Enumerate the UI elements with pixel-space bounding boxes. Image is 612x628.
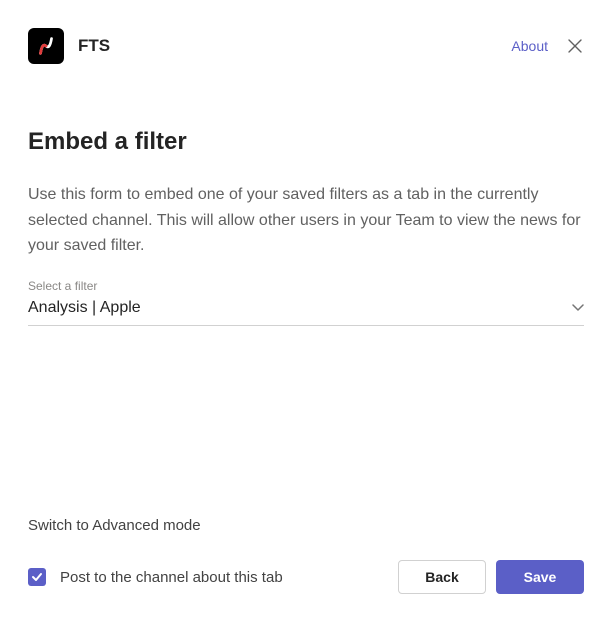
close-icon: [568, 39, 582, 53]
filter-field-label: Select a filter: [28, 279, 584, 293]
about-link[interactable]: About: [511, 38, 548, 54]
close-button[interactable]: [566, 37, 584, 55]
chevron-down-icon: [572, 299, 584, 317]
dialog-body: Embed a filter Use this form to embed on…: [0, 64, 612, 538]
back-button[interactable]: Back: [398, 560, 486, 594]
page-title: Embed a filter: [28, 128, 584, 156]
fts-logo-icon: [35, 35, 57, 57]
post-to-channel-checkbox[interactable]: [28, 568, 46, 586]
dialog-footer: Post to the channel about this tab Back …: [0, 538, 612, 628]
dialog-header: FTS About: [0, 0, 612, 64]
filter-select[interactable]: Analysis | Apple: [28, 299, 584, 326]
post-to-channel-label: Post to the channel about this tab: [60, 569, 283, 586]
save-button[interactable]: Save: [496, 560, 584, 594]
post-to-channel-option: Post to the channel about this tab: [28, 568, 283, 586]
checkmark-icon: [31, 571, 43, 583]
app-icon: [28, 28, 64, 64]
app-name: FTS: [78, 36, 110, 56]
filter-select-value: Analysis | Apple: [28, 299, 572, 317]
advanced-mode-link[interactable]: Switch to Advanced mode: [28, 517, 584, 538]
page-description: Use this form to embed one of your saved…: [28, 182, 584, 259]
